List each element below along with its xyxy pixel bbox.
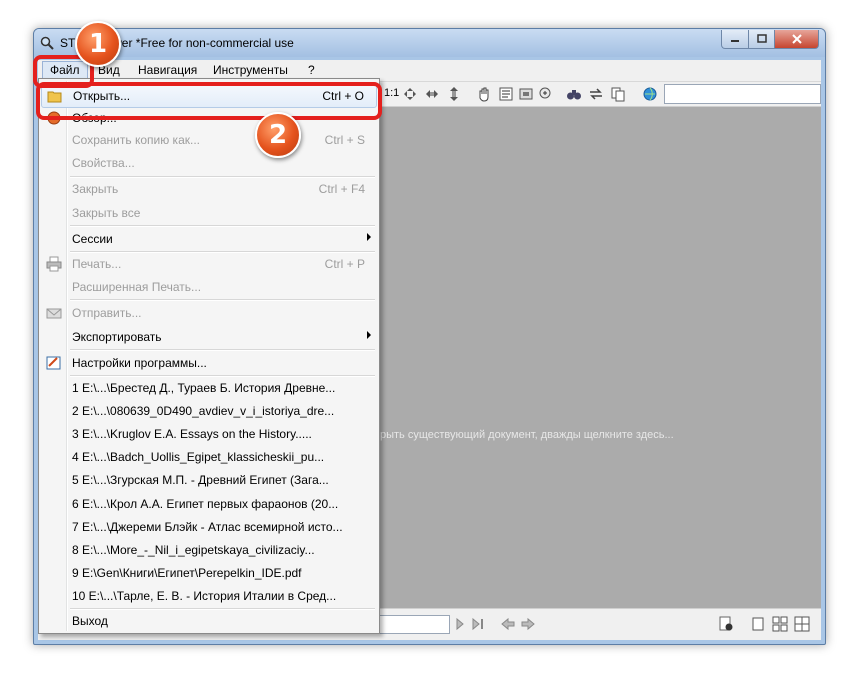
- recent-file-item[interactable]: 10 E:\...\Тарле, Е. В. - История Италии …: [41, 585, 377, 607]
- menu-properties[interactable]: Свойства...: [41, 152, 377, 174]
- zoom-tool-icon[interactable]: [538, 86, 554, 102]
- menu-export[interactable]: Экспортировать: [41, 326, 377, 348]
- title-bar[interactable]: STDU Viewer *Free for non-commercial use: [34, 29, 825, 57]
- close-button[interactable]: [775, 30, 819, 49]
- menu-save-copy-as[interactable]: Сохранить копию как... Ctrl + S: [41, 129, 377, 151]
- search-input[interactable]: [664, 84, 821, 104]
- menu-send[interactable]: Отправить...: [41, 302, 377, 324]
- minimize-icon: [731, 40, 739, 42]
- recent-file-item[interactable]: 8 E:\...\More_-_Nil_i_egipetskaya_civili…: [41, 539, 377, 561]
- recent-file-item[interactable]: 1 E:\...\Брестед Д., Тураев Б. История Д…: [41, 377, 377, 399]
- zoom-actual-button[interactable]: 1:1: [384, 87, 399, 99]
- last-page-icon[interactable]: [470, 616, 486, 632]
- menu-exit[interactable]: Выход: [41, 610, 377, 632]
- step-badge-2: 2: [255, 112, 301, 158]
- find-next-icon[interactable]: [588, 86, 604, 102]
- menu-help[interactable]: ?: [308, 63, 315, 77]
- mail-icon: [46, 308, 62, 319]
- file-menu-dropdown: Открыть... Ctrl + O Обзор... Сохранить к…: [38, 78, 380, 634]
- grid-view-icon[interactable]: [794, 616, 810, 632]
- menu-sessions[interactable]: Сессии: [41, 228, 377, 250]
- recent-file-item[interactable]: 6 E:\...\Крол А.А. Египет первых фараоно…: [41, 493, 377, 515]
- callout-open-item: [36, 82, 382, 120]
- menu-settings[interactable]: Настройки программы...: [41, 352, 377, 374]
- menu-tools[interactable]: Инструменты: [213, 63, 288, 77]
- settings-icon: [46, 356, 61, 370]
- maximize-button[interactable]: [749, 30, 775, 49]
- recent-file-item[interactable]: 4 E:\...\Badch_Uollis_Egipet_klassichesk…: [41, 446, 377, 468]
- minimize-button[interactable]: [721, 30, 749, 49]
- menu-navigation[interactable]: Навигация: [138, 63, 197, 77]
- snapshot-icon[interactable]: [518, 86, 534, 102]
- app-magnifier-icon: [40, 36, 54, 50]
- submenu-arrow-icon: [367, 331, 371, 339]
- step-badge-1: 1: [75, 21, 121, 67]
- text-select-icon[interactable]: [498, 86, 514, 102]
- two-page-view-icon[interactable]: [772, 616, 788, 632]
- web-update-icon[interactable]: [642, 86, 658, 102]
- recent-file-item[interactable]: 7 E:\...\Джереми Блэйк - Атлас всемирной…: [41, 516, 377, 538]
- fit-height-icon[interactable]: [446, 86, 462, 102]
- open-document-hint: рыть существующий документ, дважды щелкн…: [380, 429, 674, 441]
- hand-tool-icon[interactable]: [476, 86, 492, 102]
- next-page-icon[interactable]: [452, 616, 468, 632]
- menu-separator: [70, 349, 375, 351]
- recent-file-item[interactable]: 9 E:\Gen\Книги\Египет\Perepelkin_IDE.pdf: [41, 562, 377, 584]
- back-arrow-icon[interactable]: [500, 616, 516, 632]
- submenu-arrow-icon: [367, 233, 371, 241]
- copy-icon[interactable]: [610, 86, 626, 102]
- menu-separator: [70, 225, 375, 227]
- menu-advanced-print[interactable]: Расширенная Печать...: [41, 276, 377, 298]
- single-page-view-icon[interactable]: [750, 616, 766, 632]
- recent-file-item[interactable]: 5 E:\...\Згурская М.П. - Древний Египет …: [41, 469, 377, 491]
- menu-close-all[interactable]: Закрыть все: [41, 202, 377, 224]
- fit-width-icon[interactable]: [424, 86, 440, 102]
- menu-print[interactable]: Печать... Ctrl + P: [41, 253, 377, 275]
- find-binoculars-icon[interactable]: [566, 86, 582, 102]
- maximize-icon: [756, 34, 767, 43]
- close-icon: [791, 34, 802, 44]
- forward-arrow-icon[interactable]: [520, 616, 536, 632]
- recent-file-item[interactable]: 3 E:\...\Kruglov E.A. Essays on the Hist…: [41, 423, 377, 445]
- fit-page-icon[interactable]: [402, 86, 418, 102]
- printer-icon: [46, 256, 62, 272]
- recent-file-item[interactable]: 2 E:\...\080639_0D490_avdiev_v_i_istoriy…: [41, 400, 377, 422]
- document-settings-icon[interactable]: [718, 616, 734, 632]
- menu-separator: [70, 299, 375, 301]
- page-number-input[interactable]: [378, 615, 450, 634]
- menu-close[interactable]: Закрыть Ctrl + F4: [41, 178, 377, 200]
